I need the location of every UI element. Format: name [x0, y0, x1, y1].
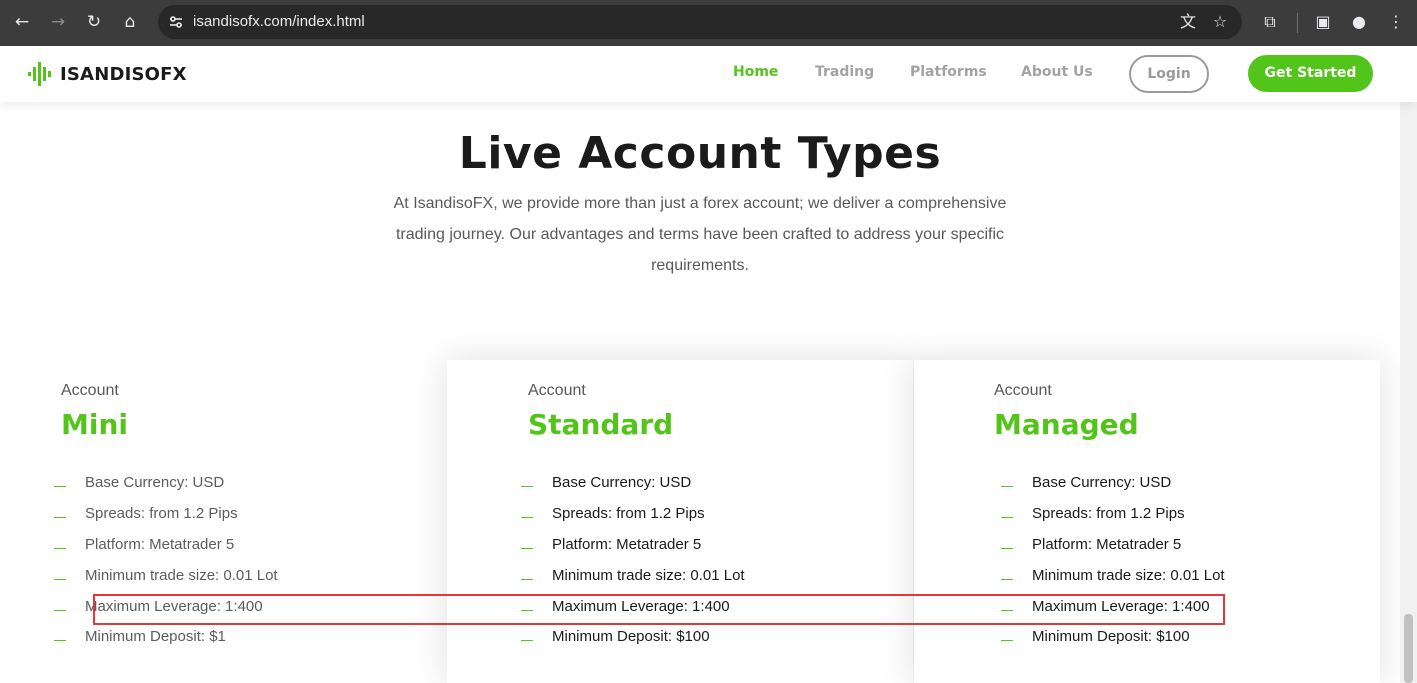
nav-home[interactable]: Home: [733, 64, 778, 80]
bullet-dash-icon: [521, 548, 533, 549]
bullet-dash-icon: [54, 610, 66, 611]
page-subtitle: At IsandisoFX, we provide more than just…: [393, 195, 1007, 274]
forward-icon[interactable]: →: [45, 9, 71, 35]
feature-text: Minimum Deposit: $100: [552, 628, 710, 645]
nav-platforms[interactable]: Platforms: [910, 64, 987, 80]
address-bar[interactable]: isandisofx.com/index.html 文 ☆: [158, 5, 1242, 39]
bullet-dash-icon: [521, 579, 533, 580]
feature-text: Spreads: from 1.2 Pips: [1032, 505, 1185, 522]
translate-icon[interactable]: 文: [1175, 5, 1201, 39]
card-title: Standard: [528, 408, 674, 441]
list-item: Spreads: from 1.2 Pips: [47, 503, 467, 527]
account-card-standard: Account Standard Base Currency: USD Spre…: [447, 360, 913, 683]
feature-text: Spreads: from 1.2 Pips: [552, 505, 705, 522]
list-item: Minimum trade size: 0.01 Lot: [514, 565, 934, 589]
list-item: Minimum trade size: 0.01 Lot: [994, 565, 1414, 589]
login-button[interactable]: Login: [1129, 55, 1209, 93]
leverage-highlight-box: [93, 594, 1225, 625]
list-item: Base Currency: USD: [514, 472, 934, 496]
list-item: Minimum Deposit: $100: [514, 626, 934, 650]
feature-text: Base Currency: USD: [552, 474, 692, 491]
reload-icon[interactable]: ↻: [81, 9, 107, 35]
card-title: Managed: [994, 408, 1139, 441]
browser-toolbar: ← → ↻ ⌂ isandisofx.com/index.html 文 ☆ ⧉ …: [0, 0, 1417, 46]
list-item: Platform: Metatrader 5: [994, 534, 1414, 558]
logo-waveform-icon: [28, 62, 51, 86]
list-item: Spreads: from 1.2 Pips: [514, 503, 934, 527]
feature-text: Spreads: from 1.2 Pips: [85, 505, 238, 522]
nav-about-us[interactable]: About Us: [1021, 64, 1093, 80]
bullet-dash-icon: [54, 640, 66, 641]
card-kicker: Account: [994, 382, 1052, 399]
feature-text: Platform: Metatrader 5: [1032, 536, 1182, 553]
feature-text: Minimum trade size: 0.01 Lot: [1032, 567, 1225, 584]
bullet-dash-icon: [521, 486, 533, 487]
bullet-dash-icon: [54, 517, 66, 518]
bullet-dash-icon: [1001, 486, 1013, 487]
list-item: Base Currency: USD: [994, 472, 1414, 496]
list-item: Minimum trade size: 0.01 Lot: [47, 565, 467, 589]
list-item: Minimum Deposit: $100: [994, 626, 1414, 650]
site-settings-icon[interactable]: [166, 12, 186, 32]
feature-text: Minimum trade size: 0.01 Lot: [552, 567, 745, 584]
site-header: ISANDISOFX Home Trading Platforms About …: [0, 46, 1417, 102]
card-title: Mini: [61, 408, 128, 441]
bookmark-star-icon[interactable]: ☆: [1207, 5, 1233, 39]
back-icon[interactable]: ←: [9, 9, 35, 35]
bullet-dash-icon: [1001, 548, 1013, 549]
feature-text: Platform: Metatrader 5: [552, 536, 702, 553]
card-kicker: Account: [528, 382, 586, 399]
extensions-icon[interactable]: ⧉: [1257, 9, 1283, 35]
bullet-dash-icon: [1001, 517, 1013, 518]
bullet-dash-icon: [54, 579, 66, 580]
feature-text: Minimum Deposit: $100: [1032, 628, 1190, 645]
bullet-dash-icon: [1001, 579, 1013, 580]
url-text[interactable]: isandisofx.com/index.html: [193, 5, 365, 39]
menu-icon[interactable]: ⋮: [1383, 9, 1409, 35]
account-card-managed: Account Managed Base Currency: USD Sprea…: [914, 360, 1380, 683]
bullet-dash-icon: [54, 548, 66, 549]
bullet-dash-icon: [54, 486, 66, 487]
scrollbar-thumb[interactable]: [1404, 614, 1413, 683]
get-started-button[interactable]: Get Started: [1248, 55, 1373, 92]
list-item: Base Currency: USD: [47, 472, 467, 496]
feature-text: Platform: Metatrader 5: [85, 536, 235, 553]
list-item: Minimum Deposit: $1: [47, 626, 467, 650]
bullet-dash-icon: [521, 640, 533, 641]
nav-trading[interactable]: Trading: [815, 64, 874, 80]
page-title: Live Account Types: [458, 128, 942, 179]
list-item: Platform: Metatrader 5: [47, 534, 467, 558]
list-item: Platform: Metatrader 5: [514, 534, 934, 558]
page-scrollbar[interactable]: [1400, 102, 1417, 683]
profile-icon[interactable]: ●: [1346, 9, 1372, 35]
card-kicker: Account: [61, 382, 119, 399]
home-icon[interactable]: ⌂: [117, 9, 143, 35]
logo-text: ISANDISOFX: [60, 63, 187, 85]
feature-text: Minimum trade size: 0.01 Lot: [85, 567, 278, 584]
toolbar-divider: [1297, 13, 1298, 33]
bullet-dash-icon: [1001, 640, 1013, 641]
feature-text: Base Currency: USD: [1032, 474, 1172, 491]
feature-text: Minimum Deposit: $1: [85, 628, 226, 645]
list-item: Spreads: from 1.2 Pips: [994, 503, 1414, 527]
account-card-mini: Account Mini Base Currency: USD Spreads:…: [47, 360, 513, 683]
feature-text: Base Currency: USD: [85, 474, 225, 491]
site-logo[interactable]: ISANDISOFX: [28, 60, 187, 88]
bullet-dash-icon: [521, 517, 533, 518]
side-panel-icon[interactable]: ▣: [1310, 9, 1336, 35]
